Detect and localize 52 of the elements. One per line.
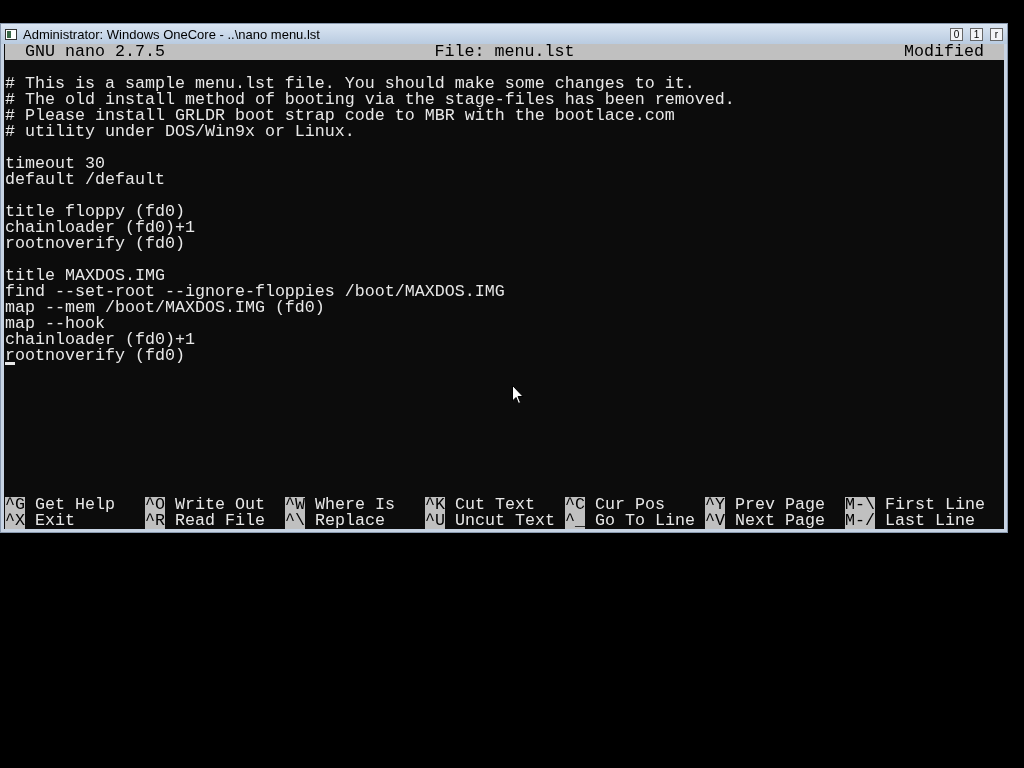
shortcut-key: ^C bbox=[565, 497, 585, 513]
shortcut-label: Prev Page bbox=[735, 497, 825, 513]
shortcut-label: Replace bbox=[315, 513, 385, 529]
shortcut-key: ^U bbox=[425, 513, 445, 529]
shortcut-key: ^_ bbox=[565, 513, 585, 529]
code-line: # utility under DOS/Win9x or Linux. bbox=[5, 124, 356, 140]
shortcut-key: M-\ bbox=[845, 497, 875, 513]
code-line: # Please install GRLDR boot strap code to MBR with the bootlace.com bbox=[5, 108, 676, 124]
console-icon bbox=[5, 28, 17, 40]
modified-status: Modified bbox=[904, 44, 984, 60]
code-line: rootnoverify (fd0) bbox=[5, 348, 185, 364]
window-control-button[interactable]: 0 bbox=[950, 27, 963, 41]
shortcut-key: ^W bbox=[285, 497, 305, 513]
shortcut-key: ^G bbox=[5, 497, 25, 513]
shortcut-label: Last Line bbox=[885, 513, 975, 529]
code-line: # This is a sample menu.lst file. You should make some changes to it. bbox=[5, 76, 695, 92]
code-line: # The old install method of booting via the stage-files has been removed. bbox=[5, 92, 736, 108]
shortcut-label: Uncut Text bbox=[455, 513, 555, 529]
shortcut-label: Get Help bbox=[35, 497, 115, 513]
shortcut-key: ^R bbox=[145, 513, 165, 529]
code-line: map --hook bbox=[5, 316, 105, 332]
shortcut-key: ^X bbox=[5, 513, 25, 529]
window-control-button[interactable]: r bbox=[990, 27, 1003, 41]
shortcut-key: ^O bbox=[145, 497, 165, 513]
shortcut-label: Write Out bbox=[175, 497, 265, 513]
mouse-pointer-icon bbox=[512, 385, 524, 405]
window-title: Administrator: Windows OneCore - ..\nano menu.lst bbox=[23, 26, 321, 42]
code-line: default /default bbox=[5, 172, 166, 188]
file-name: File: menu.lst bbox=[434, 44, 575, 60]
shortcut-key: ^Y bbox=[705, 497, 725, 513]
code-line: rootnoverify (fd0) bbox=[5, 236, 185, 252]
shortcut-label: Read File bbox=[175, 513, 265, 529]
shortcut-key: ^V bbox=[705, 513, 725, 529]
shortcut-label: Cur Pos bbox=[595, 497, 665, 513]
code-line: find --set-root --ignore-floppies /boot/MAXDOS.IMG bbox=[5, 284, 506, 300]
shortcut-key: M-/ bbox=[845, 513, 875, 529]
shortcut-label: First Line bbox=[885, 497, 985, 513]
shortcut-label: Go To Line bbox=[595, 513, 695, 529]
code-line: title MAXDOS.IMG bbox=[5, 268, 166, 284]
shortcut-label: Cut Text bbox=[455, 497, 535, 513]
shortcut-label: Exit bbox=[35, 513, 75, 529]
shortcut-key: ^\ bbox=[285, 513, 305, 529]
shortcut-label: Next Page bbox=[735, 513, 825, 529]
shortcut-key: ^K bbox=[425, 497, 445, 513]
nano-version: GNU nano 2.7.5 bbox=[25, 44, 165, 60]
code-line: chainloader (fd0)+1 bbox=[5, 332, 196, 348]
shortcut-label: Where Is bbox=[315, 497, 395, 513]
code-line: timeout 30 bbox=[5, 156, 105, 172]
code-line: map --mem /boot/MAXDOS.IMG (fd0) bbox=[5, 300, 325, 316]
window-control-button[interactable]: 1 bbox=[970, 27, 983, 41]
code-line: title floppy (fd0) bbox=[5, 204, 185, 220]
code-line: chainloader (fd0)+1 bbox=[5, 220, 196, 236]
